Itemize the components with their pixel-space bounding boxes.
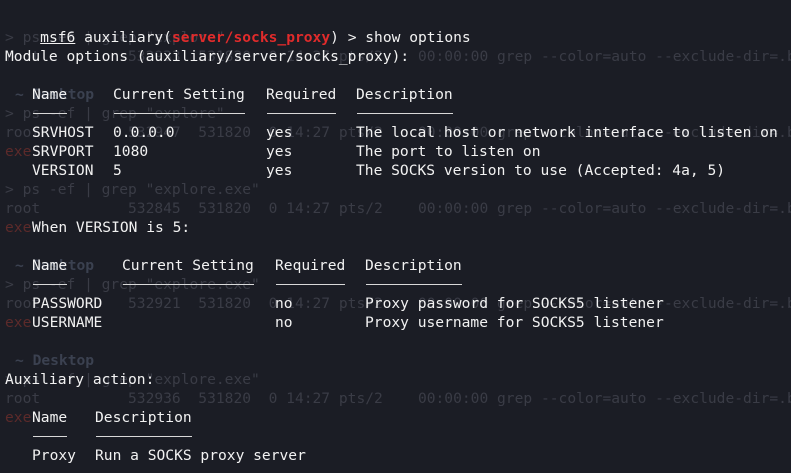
column-header-required: Required bbox=[266, 86, 337, 103]
auxiliary-action-header-row: Name Description bbox=[0, 408, 791, 427]
option-name: PASSWORD bbox=[32, 295, 103, 312]
command-prompt-line: msf6 auxiliary(server/socks_proxy) > sho… bbox=[5, 9, 471, 46]
version-options-heading: When VERSION is 5: bbox=[32, 219, 191, 236]
column-underline bbox=[33, 113, 67, 114]
version-options-header-row: Name Current Setting Required Descriptio… bbox=[0, 256, 791, 275]
terminal-window[interactable]: > ps -ef | grep "explore" root 532933 53… bbox=[0, 0, 791, 473]
option-setting: 5 bbox=[113, 162, 122, 179]
background-text-line: root 532936 531820 0 14:27 pts/2 00:00:0… bbox=[5, 390, 791, 407]
column-header-description: Description bbox=[356, 86, 453, 103]
option-description: The SOCKS version to use (Accepted: 4a, … bbox=[356, 162, 726, 179]
column-underline bbox=[96, 436, 192, 437]
column-header-name: Name bbox=[32, 86, 68, 103]
column-underline bbox=[267, 113, 336, 114]
table-row: VERSION 5 yes The SOCKS version to use (… bbox=[0, 161, 791, 180]
column-underline bbox=[33, 436, 67, 437]
option-description: The port to listen on bbox=[356, 143, 541, 160]
column-underline bbox=[357, 113, 453, 114]
action-name: Proxy bbox=[32, 447, 76, 464]
column-header-setting: Current Setting bbox=[122, 257, 254, 274]
option-required: yes bbox=[266, 124, 293, 141]
background-text-line: root 532845 531820 0 14:27 pts/2 00:00:0… bbox=[5, 200, 791, 217]
auxiliary-action-heading: Auxiliary action: bbox=[5, 371, 155, 388]
table-row: PASSWORD no Proxy password for SOCKS5 li… bbox=[0, 294, 791, 313]
option-description: Proxy password for SOCKS5 listener bbox=[365, 295, 664, 312]
column-underline bbox=[123, 284, 254, 285]
option-name: SRVPORT bbox=[32, 143, 94, 160]
prompt-text: auxiliary( bbox=[75, 29, 172, 46]
column-header-name: Name bbox=[32, 409, 68, 426]
prompt-name: msf6 bbox=[40, 29, 76, 46]
module-options-header-row: Name Current Setting Required Descriptio… bbox=[0, 85, 791, 104]
column-header-description: Description bbox=[95, 409, 192, 426]
action-description: Run a SOCKS proxy server bbox=[95, 447, 306, 464]
column-header-description: Description bbox=[365, 257, 462, 274]
option-name: VERSION bbox=[32, 162, 94, 179]
option-required: yes bbox=[266, 143, 293, 160]
column-underline bbox=[114, 113, 245, 114]
option-required: no bbox=[275, 314, 293, 331]
column-underline bbox=[366, 284, 462, 285]
option-setting: 0.0.0.0 bbox=[113, 124, 175, 141]
option-name: SRVHOST bbox=[32, 124, 94, 141]
column-header-setting: Current Setting bbox=[113, 86, 245, 103]
prompt-command: ) > show options bbox=[330, 29, 471, 46]
column-header-name: Name bbox=[32, 257, 68, 274]
background-text-line: > ps -ef | grep "explore.exe" bbox=[5, 181, 260, 198]
column-header-required: Required bbox=[275, 257, 346, 274]
option-setting: 1080 bbox=[113, 143, 149, 160]
column-underline bbox=[33, 284, 67, 285]
module-options-heading: Module options (auxiliary/server/socks_p… bbox=[5, 48, 410, 65]
option-name: USERNAME bbox=[32, 314, 103, 331]
table-row: SRVHOST 0.0.0.0 yes The local host or ne… bbox=[0, 123, 791, 142]
column-underline bbox=[276, 284, 345, 285]
table-row: SRVPORT 1080 yes The port to listen on bbox=[0, 142, 791, 161]
option-required: no bbox=[275, 295, 293, 312]
prompt-module: server/socks_proxy bbox=[171, 29, 331, 46]
option-description: Proxy username for SOCKS5 listener bbox=[365, 314, 664, 331]
table-row: Proxy Run a SOCKS proxy server bbox=[0, 446, 791, 465]
option-description: The local host or network interface to l… bbox=[356, 124, 778, 141]
option-required: yes bbox=[266, 162, 293, 179]
table-row: USERNAME no Proxy username for SOCKS5 li… bbox=[0, 313, 791, 332]
